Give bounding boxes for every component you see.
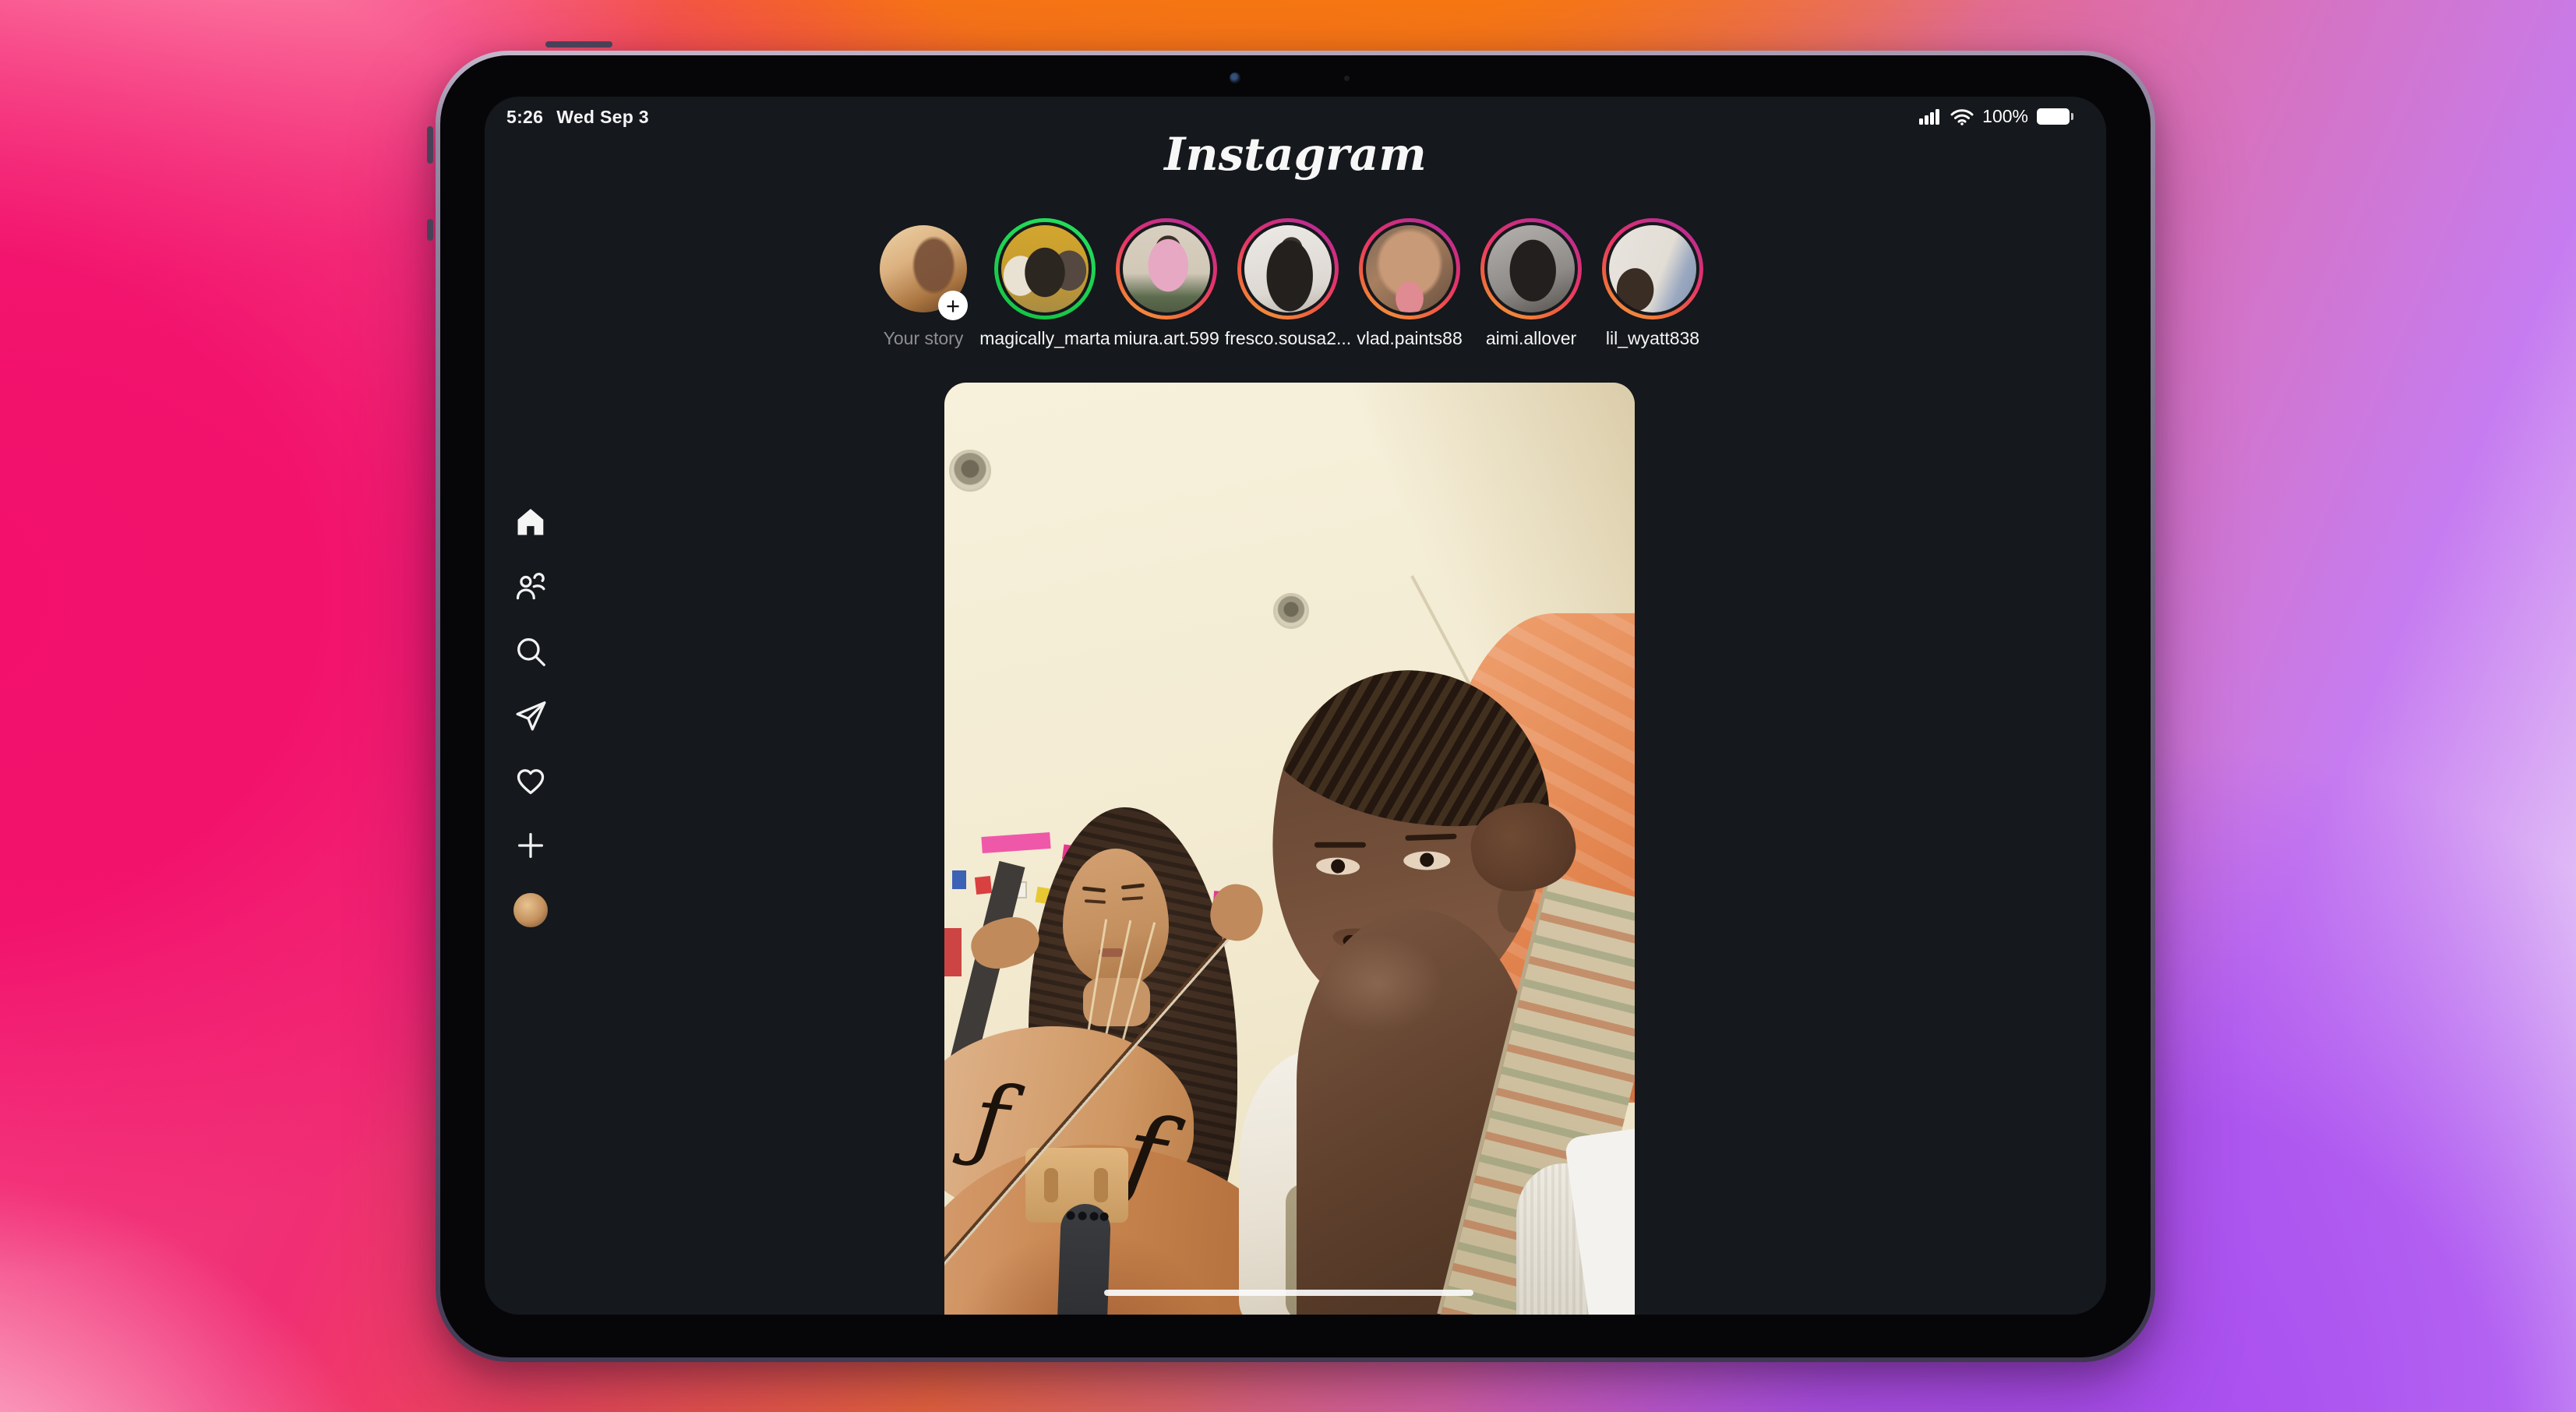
sidebar-item-create[interactable] (513, 828, 549, 863)
close-friends-story-ring (994, 218, 1096, 319)
heart-icon (517, 769, 545, 795)
battery-icon (2037, 108, 2073, 125)
story-username: lil_wyatt838 (1605, 328, 1700, 348)
story-fresco-sousa2[interactable]: fresco.sousa2... (1225, 218, 1351, 349)
story-magically-marta[interactable]: magically_marta (979, 218, 1110, 349)
story-avatar (1609, 225, 1696, 312)
story-username: Your story (883, 328, 964, 348)
story-avatar (1123, 225, 1210, 312)
ceiling-light (949, 450, 991, 492)
story-lil-wyatt838[interactable]: lil_wyatt838 (1602, 218, 1703, 349)
story-avatar (1244, 225, 1332, 312)
sidebar-item-profile[interactable] (513, 892, 549, 928)
sidebar-item-people[interactable] (513, 569, 549, 605)
sidebar-nav (513, 504, 549, 928)
story-avatar (1001, 225, 1089, 312)
story-username: magically_marta (979, 328, 1110, 348)
stories-tray: + Your story magically_marta miura.art.5… (873, 218, 1703, 349)
sidebar-item-home[interactable] (513, 504, 549, 540)
story-username: fresco.sousa2... (1224, 328, 1352, 348)
search-icon (517, 638, 545, 666)
story-ring (1480, 218, 1582, 319)
story-vlad-paints88[interactable]: vlad.paints88 (1357, 218, 1463, 349)
home-icon (517, 508, 544, 535)
add-story-plus-icon[interactable]: + (938, 291, 968, 320)
story-username: aimi.allover (1485, 328, 1577, 348)
feed-post-photo[interactable]: ƒ ƒ (944, 383, 1635, 1315)
story-ring (1359, 218, 1460, 319)
plus-icon (517, 832, 544, 859)
volume-up-button (427, 126, 433, 164)
wall-art (952, 870, 966, 889)
share-plane-icon (516, 701, 546, 731)
story-username: vlad.paints88 (1357, 328, 1463, 348)
cellular-signal-icon (1919, 108, 1940, 125)
man-eye (1403, 851, 1451, 870)
story-ring (1116, 218, 1217, 319)
status-date: Wed Sep 3 (556, 107, 649, 127)
wall-sticky-note (981, 831, 1051, 854)
story-aimi-allover[interactable]: aimi.allover (1480, 218, 1582, 349)
sidebar-item-notifications[interactable] (513, 763, 549, 799)
people-icon (516, 573, 545, 600)
sidebar-item-messages[interactable] (513, 698, 549, 734)
front-camera (1230, 72, 1240, 83)
instagram-logo: Instagram (1164, 128, 1427, 181)
story-avatar (1366, 225, 1453, 312)
ipad-screen: 5:26 Wed Sep 3 100% Instagram + Your sto… (485, 97, 2106, 1315)
status-time: 5:26 (506, 107, 544, 127)
status-bar-right: 100% (1919, 106, 2073, 127)
story-your-story[interactable]: + Your story (873, 218, 974, 349)
cello-tailpiece (1054, 1202, 1112, 1315)
light-sensor (1344, 76, 1350, 81)
ipad-device: 5:26 Wed Sep 3 100% Instagram + Your sto… (427, 41, 2155, 1362)
story-ring (1237, 218, 1339, 319)
man-eye (1315, 856, 1360, 876)
home-indicator[interactable] (1104, 1290, 1473, 1296)
man-brow (1314, 842, 1366, 848)
wall-art (944, 928, 962, 976)
power-button (545, 41, 612, 48)
status-bar-left: 5:26 Wed Sep 3 (506, 107, 649, 128)
story-ring (1602, 218, 1703, 319)
story-username: miura.art.599 (1113, 328, 1219, 348)
battery-percent: 100% (1982, 106, 2028, 126)
story-miura-art-599[interactable]: miura.art.599 (1113, 218, 1219, 349)
volume-down-button (427, 219, 433, 241)
profile-avatar (513, 893, 548, 927)
ceiling-light (1273, 593, 1309, 629)
wifi-icon (1950, 108, 1974, 125)
story-avatar (1487, 225, 1575, 312)
sidebar-item-search[interactable] (513, 634, 549, 669)
wall-art (974, 876, 993, 895)
man-brow (1405, 833, 1457, 842)
ipad-bezel: 5:26 Wed Sep 3 100% Instagram + Your sto… (440, 55, 2151, 1357)
